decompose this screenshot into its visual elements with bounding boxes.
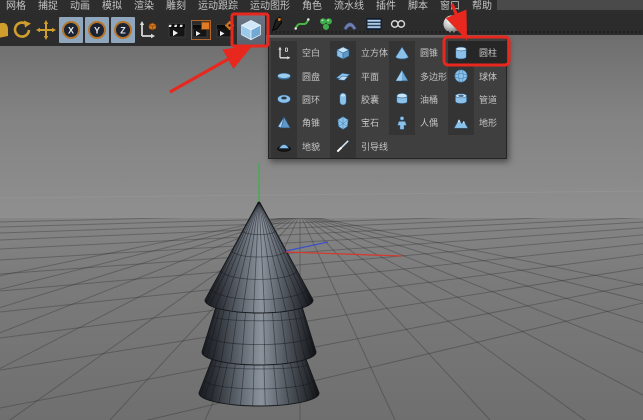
secondary-toolbar: [266, 13, 643, 35]
figure-icon: [389, 111, 415, 134]
viewport-menu: 选项 过滤 面板: [6, 46, 100, 61]
primitive-label: 角锥: [297, 116, 320, 129]
primitive-item-landscape[interactable]: 地形: [448, 111, 507, 134]
platonic-icon: [330, 111, 356, 134]
sphere-icon: [448, 64, 474, 87]
material-ball-icon[interactable]: [440, 14, 464, 34]
menu-item-character[interactable]: 角色: [296, 0, 328, 13]
viewport-menu-panel[interactable]: 面板: [80, 46, 100, 61]
primitive-label: 油桶: [415, 93, 438, 106]
svg-text:0: 0: [285, 47, 289, 54]
primitive-item-polygon[interactable]: 多边形: [389, 64, 448, 87]
viewport-menu-options[interactable]: 选项: [6, 46, 26, 61]
primitive-label: 管道: [474, 93, 497, 106]
menu-item-simulate[interactable]: 模拟: [96, 0, 128, 13]
menu-item-motion-tracker[interactable]: 运动跟踪: [192, 0, 244, 13]
primitive-item-cylinder[interactable]: 圆柱: [448, 41, 507, 64]
primitive-label: 人偶: [415, 116, 438, 129]
menu-item-plugins[interactable]: 插件: [370, 0, 402, 13]
torus-icon: [271, 88, 297, 111]
primitive-label: 宝石: [356, 116, 379, 129]
x-axis-label: X: [68, 25, 74, 35]
coordinate-system-icon[interactable]: [136, 16, 160, 44]
spline-tool-icon[interactable]: [290, 14, 314, 34]
primitive-label: 地貌: [297, 140, 320, 153]
pyramid-icon: [271, 111, 297, 134]
null-icon: 0: [271, 41, 297, 64]
primitive-item-relief[interactable]: 地貌: [271, 135, 330, 158]
relief-icon: [271, 135, 297, 158]
primitive-item-sphere[interactable]: 球体: [448, 64, 507, 87]
primitive-item-oiltank[interactable]: 油桶: [389, 88, 448, 111]
add-primitive-cube-button[interactable]: [237, 15, 265, 45]
fields-tool-icon[interactable]: [362, 14, 386, 34]
render-settings-icon[interactable]: [213, 16, 237, 44]
oiltank-icon: [389, 88, 415, 111]
primitive-label-selected: 圆柱: [474, 46, 497, 59]
move-icon[interactable]: [34, 16, 58, 44]
cube-icon: [330, 41, 356, 64]
primitives-dropdown-panel: 0 空白 圆盘 圆环 角锥 地貌 立方体 平面 胶囊: [268, 37, 507, 159]
y-axis-lock[interactable]: Y: [85, 17, 109, 43]
guide-icon: [330, 135, 356, 158]
tube-icon: [448, 88, 474, 111]
undo-icon[interactable]: [0, 16, 10, 44]
primitive-item-capsule[interactable]: 胶囊: [330, 88, 389, 111]
menu-item-pipeline[interactable]: 流水线: [328, 0, 370, 13]
polygon-icon: [389, 64, 415, 87]
primitive-item-cone[interactable]: 圆锥: [389, 41, 448, 64]
disc-icon: [271, 64, 297, 87]
primitive-label: 地形: [474, 116, 497, 129]
primitive-item-tube[interactable]: 管道: [448, 88, 507, 111]
plane-icon: [330, 64, 356, 87]
menu-item-mograph[interactable]: 运动图形: [244, 0, 296, 13]
landscape-icon: [448, 111, 474, 134]
primitive-item-torus[interactable]: 圆环: [271, 88, 330, 111]
primitive-label: 圆锥: [415, 46, 438, 59]
menu-item-script[interactable]: 脚本: [402, 0, 434, 13]
primitive-label: 多边形: [415, 70, 447, 83]
primitive-label: 平面: [356, 70, 379, 83]
z-axis-label: Z: [120, 25, 126, 35]
render-picture-viewer-icon[interactable]: [189, 16, 213, 44]
cone-icon: [389, 41, 415, 64]
deformer-tool-icon[interactable]: [338, 14, 362, 34]
menu-item-help[interactable]: 帮助: [466, 0, 498, 13]
primitive-label: 圆环: [297, 93, 320, 106]
menu-item-mesh[interactable]: 网格: [0, 0, 32, 13]
primitive-item-cube[interactable]: 立方体: [330, 41, 389, 64]
titlebar-area: [497, 0, 643, 10]
menu-item-snap[interactable]: 捕捉: [32, 0, 64, 13]
primitive-item-plane[interactable]: 平面: [330, 64, 389, 87]
primitive-item-figure[interactable]: 人偶: [389, 111, 448, 134]
primitive-label: 球体: [474, 70, 497, 83]
primitive-item-platonic[interactable]: 宝石: [330, 111, 389, 134]
mograph-tool-icon[interactable]: [314, 14, 338, 34]
primitive-label: 引导线: [356, 140, 388, 153]
primitive-label: 圆盘: [297, 70, 320, 83]
redo-icon[interactable]: [10, 16, 34, 44]
menu-item-animate[interactable]: 动画: [64, 0, 96, 13]
cylinder-icon: [448, 41, 474, 64]
viewport-menu-filter[interactable]: 过滤: [43, 46, 63, 61]
render-view-icon[interactable]: [165, 16, 189, 44]
z-axis-lock[interactable]: Z: [111, 17, 135, 43]
y-axis-label: Y: [94, 25, 100, 35]
pen-tool-icon[interactable]: [266, 14, 290, 34]
primitive-item-null[interactable]: 0 空白: [271, 41, 330, 64]
capsule-icon: [330, 88, 356, 111]
primitive-item-disc[interactable]: 圆盘: [271, 64, 330, 87]
primitive-item-guide[interactable]: 引导线: [330, 135, 389, 158]
x-axis-lock[interactable]: X: [59, 17, 83, 43]
primitive-label: 空白: [297, 46, 320, 59]
primitive-label: 立方体: [356, 46, 388, 59]
menu-item-render[interactable]: 渲染: [128, 0, 160, 13]
primitive-label: 胶囊: [356, 93, 379, 106]
menu-item-sculpt[interactable]: 雕刻: [160, 0, 192, 13]
simulate-tool-icon[interactable]: [386, 14, 410, 34]
menu-item-window[interactable]: 窗口: [434, 0, 466, 13]
primitive-item-pyramid[interactable]: 角锥: [271, 111, 330, 134]
main-toolbar: X Y Z: [0, 13, 266, 46]
